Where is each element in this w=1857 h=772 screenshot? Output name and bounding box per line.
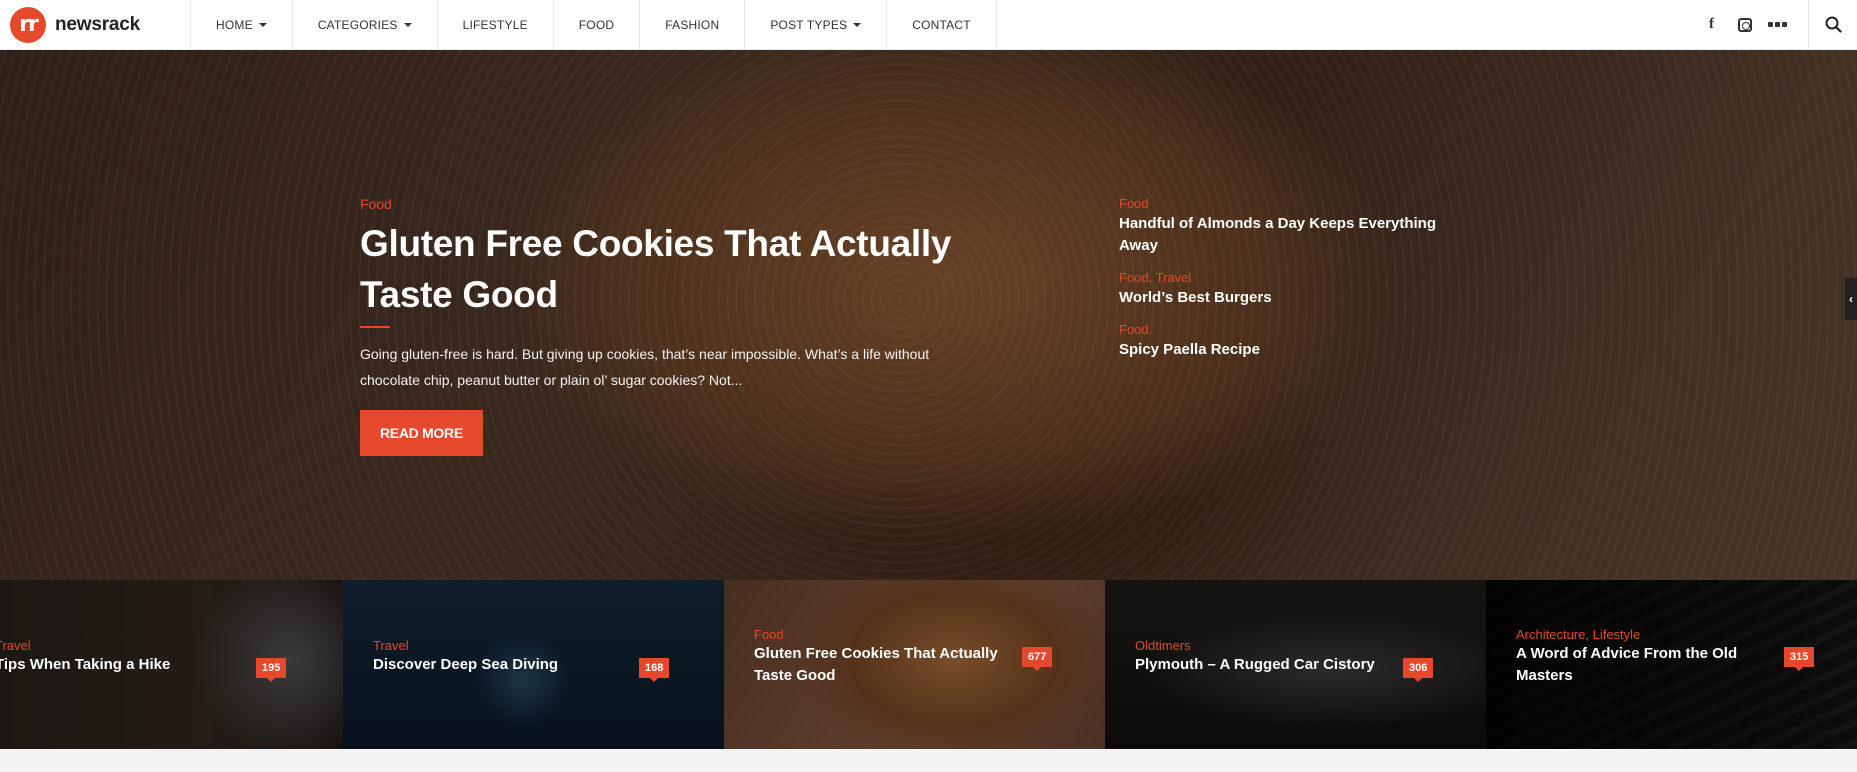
nav-label: FOOD [578,17,615,32]
more-icon [1768,22,1787,27]
title-divider [360,326,390,328]
nav-categories[interactable]: CATEGORIES [293,0,438,49]
tile-content: Architecture, Lifestyle A Word of Advice… [1516,627,1756,687]
tile-content: Oldtimers Plymouth – A Rugged Car Cistor… [1135,638,1375,676]
nav-contact[interactable]: CONTACT [887,0,997,49]
side-panel-toggle[interactable]: ‹ [1845,278,1857,320]
logo-mark-icon: rr [10,6,46,43]
instagram-icon [1737,17,1752,32]
hero-title[interactable]: Gluten Free Cookies That Actually Taste … [360,218,980,320]
comment-count-badge: 315 [1784,647,1815,671]
tile-category[interactable]: Travel [373,638,558,653]
header-actions: f [1695,0,1857,49]
side-post-category[interactable]: Food [1119,322,1459,337]
nav-label: LIFESTYLE [462,17,528,32]
hero-slider: Food Gluten Free Cookies That Actually T… [0,50,1857,580]
nav-home[interactable]: HOME [191,0,293,49]
side-post-title[interactable]: Handful of Almonds a Day Keeps Everythin… [1119,213,1459,257]
facebook-icon[interactable]: f [1695,16,1728,33]
tile-title[interactable]: A Word of Advice From the Old Masters [1516,643,1756,687]
caret-down-icon [258,22,267,27]
tile-category[interactable]: Travel [0,638,170,653]
comment-count-badge: 306 [1403,658,1434,682]
nav-label: POST TYPES [770,17,848,32]
logo-text: newsrack [55,13,141,35]
more-link[interactable] [1761,22,1794,27]
tile-category[interactable]: Oldtimers [1135,638,1375,653]
tile-content: Food Gluten Free Cookies That Actually T… [754,627,1004,687]
page-content-area [0,749,1857,772]
nav-label: CATEGORIES [317,17,398,32]
caret-down-icon [853,22,862,27]
tile-category[interactable]: Food [754,627,1004,642]
site-logo[interactable]: rr newsrack [0,0,191,49]
tile-category[interactable]: Architecture, Lifestyle [1516,627,1756,642]
tile-post[interactable]: Food Gluten Free Cookies That Actually T… [724,580,1105,749]
tile-content: Travel Tips When Taking a Hike [0,638,170,676]
site-header: rr newsrack HOME CATEGORIES LIFESTYLE FO… [0,0,1857,50]
side-post-category[interactable]: Food [1119,196,1459,211]
nav-label: FASHION [665,17,720,32]
read-more-button[interactable]: READ MORE [360,410,483,456]
tile-title[interactable]: Gluten Free Cookies That Actually Taste … [754,643,1004,687]
search-icon [1825,16,1842,33]
hero-excerpt: Going gluten-free is hard. But giving up… [360,346,930,388]
search-button[interactable] [1808,0,1857,49]
side-post-category[interactable]: Food, Travel [1119,270,1459,285]
side-post-title[interactable]: World’s Best Burgers [1119,287,1459,309]
tile-post[interactable]: Architecture, Lifestyle A Word of Advice… [1486,580,1857,749]
comment-count-badge: 677 [1022,647,1053,671]
social-links: f [1695,0,1808,49]
tile-post[interactable]: Travel Tips When Taking a Hike 195 [0,580,343,749]
tile-title[interactable]: Discover Deep Sea Diving [373,654,558,676]
tile-title[interactable]: Plymouth – A Rugged Car Cistory [1135,654,1375,676]
nav-label: HOME [216,17,253,32]
chevron-left-icon: ‹ [1849,292,1853,306]
featured-tiles: Travel Tips When Taking a Hike 195 Trave… [0,580,1857,749]
nav-fashion[interactable]: FASHION [640,0,746,49]
comment-count-badge: 168 [639,658,670,682]
hero-category[interactable]: Food [360,196,980,212]
comment-count-badge: 195 [256,658,287,682]
nav-post-types[interactable]: POST TYPES [745,0,888,49]
hero-featured-post: Food Gluten Free Cookies That Actually T… [360,196,980,456]
tile-title[interactable]: Tips When Taking a Hike [0,654,170,676]
tile-post[interactable]: Oldtimers Plymouth – A Rugged Car Cistor… [1105,580,1486,749]
hero-side-posts: Food Handful of Almonds a Day Keeps Ever… [1119,196,1459,374]
side-post: Food Handful of Almonds a Day Keeps Ever… [1119,196,1459,257]
nav-lifestyle[interactable]: LIFESTYLE [438,0,554,49]
main-nav: HOME CATEGORIES LIFESTYLE FOOD FASHION P… [191,0,997,49]
tile-post[interactable]: Travel Discover Deep Sea Diving 168 [343,580,724,749]
side-post-title[interactable]: Spicy Paella Recipe [1119,339,1459,361]
tile-content: Travel Discover Deep Sea Diving [373,638,558,676]
nav-food[interactable]: FOOD [554,0,641,49]
side-post: Food Spicy Paella Recipe [1119,322,1459,361]
side-post: Food, Travel World’s Best Burgers [1119,270,1459,309]
instagram-link[interactable] [1728,17,1761,32]
caret-down-icon [403,22,412,27]
nav-label: CONTACT [912,17,971,32]
